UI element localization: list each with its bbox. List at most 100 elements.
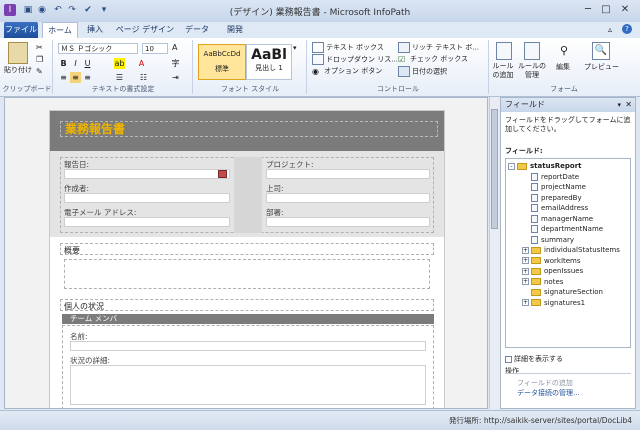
expand-icon[interactable]: +: [522, 246, 529, 254]
font-size-select[interactable]: 10: [142, 43, 168, 54]
manage-rules-icon[interactable]: [524, 42, 540, 60]
edit-button[interactable]: 編集: [556, 62, 570, 72]
style-normal[interactable]: AaBbCcDd 標準: [198, 44, 246, 80]
tab-page-design[interactable]: ページ デザイン: [114, 22, 176, 38]
manage-data-link[interactable]: データ接続の管理...: [517, 388, 580, 398]
expand-icon[interactable]: +: [522, 257, 529, 264]
tree-node[interactable]: managerName: [522, 214, 593, 224]
phonetic-icon[interactable]: 字: [170, 58, 181, 69]
font-name-select[interactable]: ＭＳ Ｐゴシック: [58, 43, 138, 54]
tree-node[interactable]: summary: [522, 235, 574, 245]
pane-close-icon[interactable]: ✕: [625, 98, 632, 112]
tree-node[interactable]: departmentName: [522, 224, 603, 234]
tab-insert[interactable]: 挿入: [80, 22, 110, 38]
underline-icon[interactable]: U: [82, 58, 93, 69]
add-rule-icon[interactable]: [496, 42, 512, 60]
field-tree[interactable]: - statusReport reportDate projectName prepar…: [505, 158, 631, 348]
tab-file[interactable]: ファイル: [4, 22, 38, 38]
numbering-icon[interactable]: ☷: [138, 72, 149, 83]
indent-icon[interactable]: ⇥: [170, 72, 181, 83]
team-member-bar[interactable]: チーム メンバ: [62, 314, 434, 324]
style-normal-preview: AaBbCcDd: [203, 50, 241, 58]
email-field[interactable]: [64, 217, 230, 227]
control-date-picker[interactable]: 日付の選択: [398, 66, 447, 77]
align-right-icon[interactable]: ≡: [82, 72, 93, 83]
add-rule-button[interactable]: ルールの追加: [490, 62, 516, 80]
show-details-checkbox[interactable]: 詳細を表示する: [505, 354, 563, 364]
ribbon-minimize-icon[interactable]: ▵: [608, 25, 612, 34]
manage-rules-button[interactable]: ルールの管理: [518, 62, 546, 80]
tab-home[interactable]: ホーム: [42, 22, 78, 39]
scrollbar-thumb[interactable]: [491, 109, 498, 229]
font-group-label: テキストの書式設定: [91, 85, 155, 93]
tree-node[interactable]: emailAddress: [522, 203, 588, 213]
name-field[interactable]: [70, 341, 426, 351]
control-option[interactable]: ◉ オプション ボタン: [312, 66, 382, 76]
canvas-scrollbar[interactable]: [489, 97, 500, 409]
copy-icon[interactable]: ❐: [36, 55, 43, 64]
font-color-icon[interactable]: A: [136, 58, 147, 69]
design-canvas[interactable]: 業務報告書 報告日: プロジェクト: 作成者: 上司: 電子メール アドレス: …: [4, 97, 488, 409]
align-left-icon[interactable]: ≡: [58, 72, 69, 83]
add-field-link[interactable]: フィールドの追加: [517, 378, 573, 388]
folder-icon: [531, 246, 541, 254]
tree-node[interactable]: + openIssues: [522, 266, 583, 276]
preview-doc-icon[interactable]: 🔍: [592, 42, 610, 60]
close-icon[interactable]: ✕: [617, 3, 633, 17]
highlight-icon[interactable]: ab: [114, 58, 125, 69]
manager-field[interactable]: [266, 193, 430, 203]
control-option-label: オプション ボタン: [324, 67, 383, 75]
expand-icon[interactable]: +: [522, 267, 529, 275]
folder-icon: [531, 299, 541, 306]
tree-node[interactable]: signatureSection: [522, 287, 603, 297]
control-checkbox[interactable]: ☑ チェック ボックス: [398, 54, 468, 64]
control-dropdown[interactable]: ドロップダウン リス...: [312, 54, 398, 65]
binoculars-icon[interactable]: ⚲: [560, 44, 568, 57]
align-center-icon[interactable]: ≡: [70, 72, 81, 83]
tree-node[interactable]: + workItems: [522, 256, 581, 266]
control-textbox[interactable]: テキスト ボックス: [312, 42, 384, 53]
calendar-icon[interactable]: [218, 170, 227, 178]
tree-node[interactable]: preparedBy: [522, 193, 582, 203]
expand-icon[interactable]: +: [522, 278, 529, 285]
control-rich-text[interactable]: リッチ テキスト ボ...: [398, 42, 479, 53]
status-detail-field[interactable]: [70, 365, 426, 405]
tree-node[interactable]: reportDate: [522, 172, 579, 182]
tree-node-label: projectName: [541, 183, 586, 191]
field-icon: [531, 225, 538, 233]
pane-menu-icon[interactable]: ▾: [617, 98, 621, 112]
prepared-by-field[interactable]: [64, 193, 230, 203]
style-heading-1[interactable]: AaBl 見出し 1: [246, 44, 292, 80]
italic-icon[interactable]: I: [70, 58, 81, 69]
tree-node[interactable]: projectName: [522, 182, 586, 192]
maximize-icon[interactable]: □: [598, 3, 614, 17]
form-page: 業務報告書 報告日: プロジェクト: 作成者: 上司: 電子メール アドレス: …: [49, 110, 445, 408]
bold-icon[interactable]: B: [58, 58, 69, 69]
cut-icon[interactable]: ✂: [36, 43, 43, 52]
paste-button[interactable]: 貼り付け: [4, 65, 32, 75]
collapse-icon[interactable]: -: [508, 162, 515, 170]
tree-node[interactable]: + signatures1: [522, 298, 585, 308]
format-painter-brush-icon[interactable]: ✎: [36, 67, 43, 76]
tree-node[interactable]: + notes: [522, 277, 563, 287]
tab-data[interactable]: データ: [180, 22, 214, 38]
tree-node[interactable]: - statusReport: [508, 161, 582, 171]
form-title[interactable]: 業務報告書: [60, 121, 438, 137]
minimize-icon[interactable]: ─: [580, 3, 596, 17]
tab-developer[interactable]: 開発: [218, 22, 252, 38]
styles-more-icon[interactable]: ▾: [293, 44, 297, 52]
controls-group: テキスト ボックス リッチ テキスト ボ... ドロップダウン リス... ☑ チ…: [308, 40, 489, 94]
summary-field[interactable]: [64, 259, 430, 289]
paste-icon[interactable]: [8, 42, 28, 64]
preview-button[interactable]: プレビュー: [584, 62, 619, 72]
report-date-field[interactable]: [64, 169, 230, 179]
help-icon[interactable]: ?: [622, 24, 632, 34]
checkbox-icon: [505, 355, 512, 363]
bullets-icon[interactable]: ☰: [114, 72, 125, 83]
expand-icon[interactable]: +: [522, 299, 529, 306]
project-field[interactable]: [266, 169, 430, 179]
department-field[interactable]: [266, 217, 430, 227]
control-rich-text-label: リッチ テキスト ボ...: [412, 43, 479, 52]
tree-node[interactable]: + individualStatusItems: [522, 245, 620, 255]
clear-format-icon[interactable]: A: [172, 43, 177, 52]
